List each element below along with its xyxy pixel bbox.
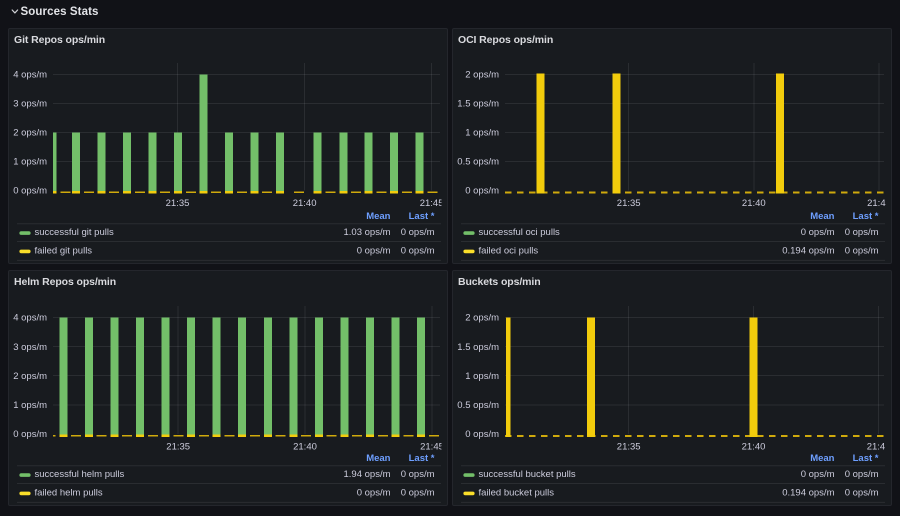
- svg-text:0 ops/m: 0 ops/m: [401, 488, 435, 499]
- svg-text:successful oci pulls: successful oci pulls: [479, 227, 561, 238]
- svg-text:0 ops/m: 0 ops/m: [401, 227, 435, 238]
- svg-text:Last *: Last *: [853, 211, 879, 222]
- svg-text:Last *: Last *: [853, 453, 879, 464]
- svg-text:1.03 ops/m: 1.03 ops/m: [344, 227, 391, 238]
- svg-text:successful helm pulls: successful helm pulls: [35, 469, 125, 480]
- svg-text:0 ops/m: 0 ops/m: [845, 246, 879, 257]
- svg-text:Mean: Mean: [366, 453, 390, 464]
- svg-text:Mean: Mean: [810, 211, 834, 222]
- svg-text:0 ops/m: 0 ops/m: [401, 469, 435, 480]
- svg-text:0.194 ops/m: 0.194 ops/m: [782, 488, 834, 499]
- svg-text:Mean: Mean: [810, 453, 834, 464]
- svg-text:0 ops/m: 0 ops/m: [357, 246, 391, 257]
- svg-text:Last *: Last *: [409, 211, 435, 222]
- svg-text:failed bucket pulls: failed bucket pulls: [479, 488, 555, 499]
- svg-text:failed git pulls: failed git pulls: [35, 246, 93, 257]
- svg-text:failed helm pulls: failed helm pulls: [35, 488, 103, 499]
- svg-text:0 ops/m: 0 ops/m: [801, 469, 835, 480]
- svg-text:failed oci pulls: failed oci pulls: [479, 246, 539, 257]
- svg-text:Last *: Last *: [409, 453, 435, 464]
- svg-text:0.194 ops/m: 0.194 ops/m: [782, 246, 834, 257]
- svg-text:1.94 ops/m: 1.94 ops/m: [344, 469, 391, 480]
- svg-text:successful git pulls: successful git pulls: [35, 227, 114, 238]
- svg-text:0 ops/m: 0 ops/m: [401, 246, 435, 257]
- svg-text:0 ops/m: 0 ops/m: [845, 469, 879, 480]
- svg-text:successful bucket pulls: successful bucket pulls: [479, 469, 576, 480]
- svg-text:0 ops/m: 0 ops/m: [357, 488, 391, 499]
- svg-text:0 ops/m: 0 ops/m: [845, 488, 879, 499]
- svg-text:0 ops/m: 0 ops/m: [845, 227, 879, 238]
- svg-text:0 ops/m: 0 ops/m: [801, 227, 835, 238]
- svg-text:Mean: Mean: [366, 211, 390, 222]
